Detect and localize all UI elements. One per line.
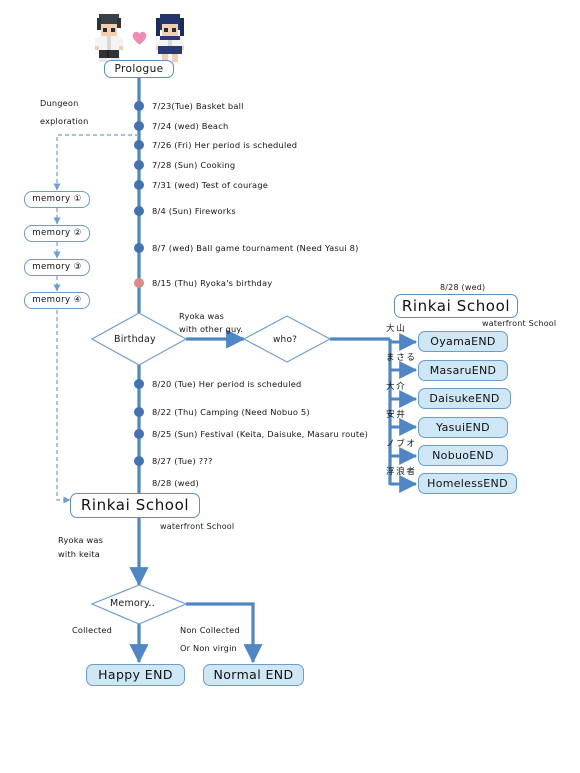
dungeon-label-line2: exploration [40,116,89,126]
ending-jp-label: 大山 [386,324,407,334]
timeline-dot [134,456,144,466]
ending-jp-label: まさる [386,353,417,363]
node-memory-1[interactable]: memory ① [24,191,90,208]
right-panel-date: 8/28 (wed) [440,283,486,292]
timeline-dot [134,206,144,216]
dungeon-label-line1: Dungeon [40,98,79,108]
timeline-dot [134,121,144,131]
node-normal-end[interactable]: Normal END [203,664,304,686]
ending-jp-label: 安井 [386,410,407,420]
node-rinkai-school-top[interactable]: Rinkai School [394,294,518,318]
timeline-event: 7/26 (Fri) Her period is scheduled [152,140,298,150]
timeline-dot [134,160,144,170]
timeline-dot-birthday [134,278,144,288]
timeline-event: 8/15 (Thu) Ryoka's birthday [152,278,273,288]
timeline-event: 8/4 (Sun) Fireworks [152,206,236,216]
timeline-dot [134,101,144,111]
right-panel-subtitle: waterfront School [482,319,557,328]
timeline-event: 7/31 (wed) Test of courage [152,180,269,190]
birthday-branch-note-l1: Ryoka was [179,311,225,321]
keita-note-l2: with keita [58,549,100,559]
non-collected-label-l1: Non Collected [180,625,240,635]
timeline-dot [134,140,144,150]
node-memory-2[interactable]: memory ② [24,225,90,242]
boy-sprite [95,14,123,62]
node-ending-masaru[interactable]: MasaruEND [418,360,508,381]
timeline-event: 8/28 (wed) [152,478,199,488]
node-ending-oyama[interactable]: OyamaEND [418,331,508,352]
timeline-event: 8/22 (Thu) Camping (Need Nobuo 5) [152,407,310,417]
node-memory-3[interactable]: memory ③ [24,259,90,276]
timeline-event: 8/20 (Tue) Her period is scheduled [152,379,302,389]
timeline-dot [134,407,144,417]
node-happy-end[interactable]: Happy END [86,664,185,686]
timeline-dot [134,180,144,190]
timeline-event: 8/27 (Tue) ??? [152,456,213,466]
timeline-dot [134,243,144,253]
node-memory-4[interactable]: memory ④ [24,292,90,309]
timeline-event: 7/24 (wed) Beach [152,121,229,131]
flowchart-canvas: Prologue Dungeon exploration memory ① me… [0,0,580,773]
birthday-branch-note-l2: with other guy. [179,324,244,334]
timeline-dot [134,429,144,439]
node-ending-nobuo[interactable]: NobuoEND [418,445,508,466]
girl-sprite [156,14,184,62]
decision-birthday-label: Birthday [114,334,156,345]
node-rinkai-school-bottom[interactable]: Rinkai School [70,493,200,518]
ending-jp-label: 大介 [386,382,407,392]
timeline-event: 8/7 (wed) Ball game tournament (Need Yas… [152,243,359,253]
ending-jp-label: ノブオ [386,439,417,449]
timeline-dot [134,379,144,389]
node-prologue[interactable]: Prologue [104,60,174,78]
ending-jp-label: 浮浪者 [386,467,417,477]
node-ending-daisuke[interactable]: DaisukeEND [418,388,511,409]
timeline-event: 7/23(Tue) Basket ball [152,101,244,111]
timeline-event: 7/28 (Sun) Cooking [152,160,236,170]
bottom-school-subtitle: waterfront School [160,522,235,531]
collected-label: Collected [72,625,113,635]
non-collected-label-l2: Or Non virgin [180,643,237,653]
timeline-event: 8/25 (Sun) Festival (Keita, Daisuke, Mas… [152,429,369,439]
node-ending-yasui[interactable]: YasuiEND [418,417,508,438]
keita-note-l1: Ryoka was [58,535,104,545]
decision-memory-label: Memory.. [110,598,155,609]
decision-who-label: who? [273,335,298,345]
heart-icon [132,31,147,45]
node-ending-homeless[interactable]: HomelessEND [418,473,517,494]
